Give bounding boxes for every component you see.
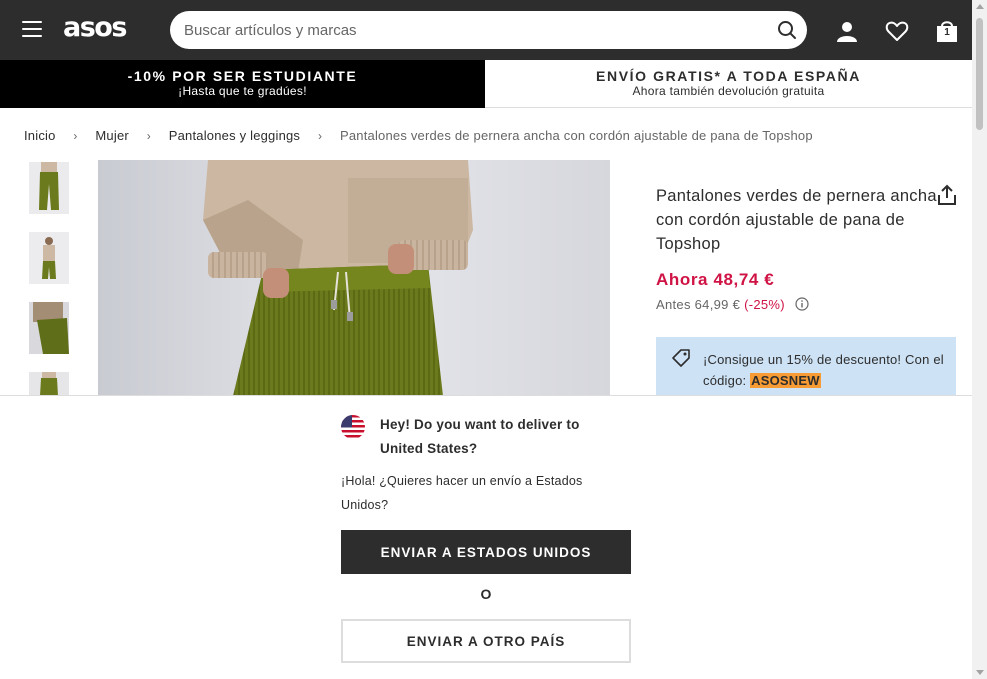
bag-count: 1 bbox=[944, 27, 950, 38]
breadcrumb-home[interactable]: Inicio bbox=[24, 128, 56, 143]
shipping-promo-title: ENVÍO GRATIS* A TODA ESPAÑA bbox=[596, 68, 861, 84]
or-divider: O bbox=[480, 586, 492, 602]
ship-to-us-button[interactable]: ENVIAR A ESTADOS UNIDOS bbox=[341, 530, 631, 574]
product-thumbnail-3[interactable] bbox=[29, 302, 69, 354]
product-thumbnail-1[interactable] bbox=[29, 162, 69, 214]
breadcrumb-separator: › bbox=[73, 129, 78, 143]
heart-icon[interactable] bbox=[885, 19, 909, 43]
student-promo-banner[interactable]: -10% POR SER ESTUDIANTE ¡Hasta que te gr… bbox=[0, 60, 485, 108]
product-thumbnail-2[interactable] bbox=[29, 232, 69, 284]
delivery-overlay-title: Hey! Do you want to deliver to United St… bbox=[380, 417, 580, 456]
product-thumbnail-4[interactable] bbox=[29, 372, 69, 396]
current-price: Ahora 48,74 € bbox=[656, 270, 775, 289]
product-title: Pantalones verdes de pernera ancha con c… bbox=[656, 187, 937, 253]
student-promo-title: -10% POR SER ESTUDIANTE bbox=[127, 68, 358, 84]
main-product-image[interactable] bbox=[98, 160, 610, 396]
discount-code-text: ¡Consigue un 15% de descuento! Con el có… bbox=[703, 349, 948, 391]
discount-code-message: ¡Consigue un 15% de descuento! Con el có… bbox=[703, 352, 944, 388]
page-scrollbar[interactable] bbox=[972, 0, 987, 679]
scrollbar-thumb[interactable] bbox=[976, 18, 983, 130]
delivery-overlay-text: ¡Hola! ¿Quieres hacer un envío a Estados… bbox=[341, 474, 583, 512]
search-input[interactable] bbox=[184, 11, 764, 49]
student-promo-subtitle: ¡Hasta que te gradúes! bbox=[178, 84, 307, 98]
us-flag-icon bbox=[341, 415, 365, 439]
breadcrumb-separator: › bbox=[317, 129, 323, 143]
tag-icon bbox=[672, 349, 690, 367]
scroll-up-arrow-icon[interactable] bbox=[976, 4, 984, 9]
promo-code[interactable]: ASOSNEW bbox=[750, 373, 821, 388]
hamburger-icon[interactable] bbox=[22, 21, 42, 37]
breadcrumb-mujer[interactable]: Mujer bbox=[95, 128, 129, 143]
info-icon[interactable] bbox=[795, 297, 809, 311]
scroll-down-arrow-icon[interactable] bbox=[976, 670, 984, 675]
search-bar bbox=[170, 11, 807, 49]
discount-code-box: ¡Consigue un 15% de descuento! Con el có… bbox=[656, 337, 956, 396]
shipping-promo-banner[interactable]: ENVÍO GRATIS* A TODA ESPAÑA Ahora tambié… bbox=[485, 60, 972, 108]
breadcrumb-separator: › bbox=[146, 129, 151, 143]
discount-badge: (-25%) bbox=[744, 297, 785, 312]
breadcrumb: Inicio › Mujer › Pantalones y leggings ›… bbox=[24, 128, 813, 143]
breadcrumb-current: Pantalones verdes de pernera ancha con c… bbox=[339, 128, 813, 143]
site-header: asos 1 bbox=[0, 0, 972, 60]
search-icon[interactable] bbox=[777, 20, 797, 40]
user-icon[interactable] bbox=[835, 19, 859, 43]
previous-price-value: Antes 64,99 € bbox=[656, 297, 741, 312]
share-icon[interactable] bbox=[936, 184, 958, 206]
breadcrumb-pantalones[interactable]: Pantalones y leggings bbox=[169, 128, 300, 143]
shipping-promo-subtitle: Ahora también devolución gratuita bbox=[632, 84, 825, 98]
previous-price: Antes 64,99 € (-25%) bbox=[656, 297, 809, 312]
bag-button[interactable]: 1 bbox=[935, 19, 959, 43]
asos-logo[interactable]: asos bbox=[63, 12, 127, 43]
ship-to-other-country-button[interactable]: ENVIAR A OTRO PAÍS bbox=[341, 619, 631, 663]
